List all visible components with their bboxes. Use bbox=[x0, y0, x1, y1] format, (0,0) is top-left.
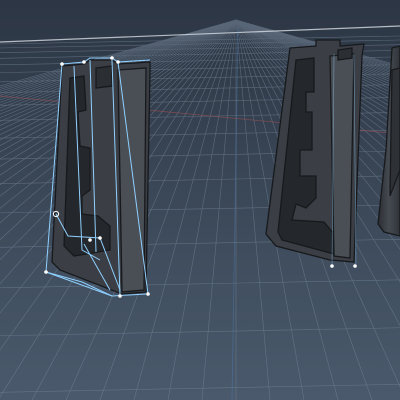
viewport-canvas[interactable] bbox=[0, 0, 400, 400]
3d-viewport[interactable] bbox=[0, 0, 400, 400]
stand-a[interactable] bbox=[51, 59, 151, 295]
